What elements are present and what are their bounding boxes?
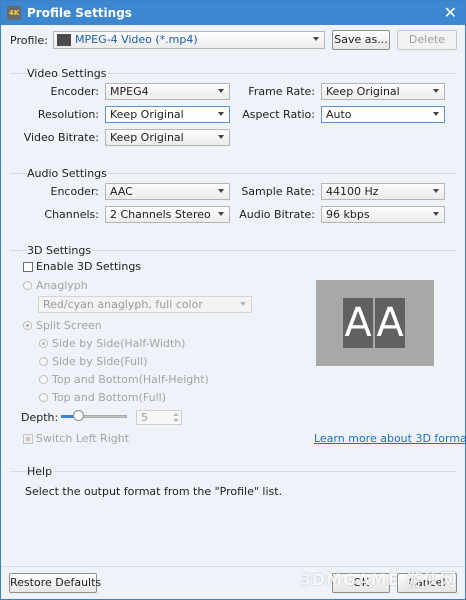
switch-left-right-label: Switch Left Right xyxy=(36,432,130,445)
depth-spinbox[interactable]: 5 xyxy=(136,410,182,425)
spin-up-icon[interactable] xyxy=(173,413,179,416)
3d-settings-title: 3D Settings xyxy=(27,244,94,257)
depth-value: 5 xyxy=(141,411,148,424)
frame-rate-label: Frame Rate: xyxy=(248,85,315,98)
chevron-down-icon xyxy=(240,302,246,306)
channels-select[interactable]: 2 Channels Stereo xyxy=(105,206,230,223)
depth-slider-thumb[interactable] xyxy=(73,410,84,421)
video-bitrate-select[interactable]: Keep Original xyxy=(105,129,230,146)
learn-more-3d-link[interactable]: Learn more about 3D format xyxy=(314,432,466,445)
chevron-down-icon xyxy=(433,212,439,216)
audio-bitrate-label: Audio Bitrate: xyxy=(239,208,315,221)
depth-label: Depth: xyxy=(21,411,59,424)
audio-encoder-label: Encoder: xyxy=(50,185,100,198)
switch-left-right-checkbox[interactable] xyxy=(23,434,33,444)
audio-encoder-value: AAC xyxy=(110,185,133,198)
chevron-down-icon xyxy=(218,212,224,216)
watermark-logo: 3DMGAME 游侠网 xyxy=(299,570,457,589)
chevron-down-icon xyxy=(313,37,319,41)
anaglyph-label: Anaglyph xyxy=(36,279,88,292)
anaglyph-mode-value: Red/cyan anaglyph, full color xyxy=(43,298,203,311)
app-logo-icon: 4K xyxy=(7,6,21,20)
help-title: Help xyxy=(27,465,55,478)
preview-left-char: A xyxy=(343,298,373,348)
anaglyph-mode-select[interactable]: Red/cyan anaglyph, full color xyxy=(38,296,252,313)
sbs-full-label: Side by Side(Full) xyxy=(52,355,148,368)
video-bitrate-value: Keep Original xyxy=(110,131,184,144)
preview-right-char: A xyxy=(375,298,405,348)
split-screen-radio[interactable] xyxy=(23,321,32,330)
video-encoder-value: MPEG4 xyxy=(110,85,149,98)
chevron-down-icon xyxy=(218,135,224,139)
delete-button[interactable]: Delete xyxy=(397,30,457,50)
split-screen-label: Split Screen xyxy=(36,319,102,332)
resolution-label: Resolution: xyxy=(37,108,99,121)
tb-half-label: Top and Bottom(Half-Height) xyxy=(52,373,209,386)
help-group xyxy=(10,471,457,472)
audio-encoder-select[interactable]: AAC xyxy=(105,183,230,200)
profile-settings-window: 4K Profile Settings ✕ Profile: MPEG-4 Vi… xyxy=(0,0,466,600)
enable-3d-checkbox[interactable] xyxy=(23,262,33,272)
tb-half-radio[interactable] xyxy=(39,375,48,384)
window-title: Profile Settings xyxy=(27,6,132,20)
chevron-down-icon xyxy=(433,112,439,116)
audio-settings-title: Audio Settings xyxy=(27,167,109,180)
chevron-down-icon xyxy=(433,89,439,93)
profile-value: MPEG-4 Video (*.mp4) xyxy=(75,33,198,46)
chevron-down-icon xyxy=(218,189,224,193)
profile-label: Profile: xyxy=(10,34,48,47)
anaglyph-radio[interactable] xyxy=(23,281,32,290)
channels-label: Channels: xyxy=(44,208,99,221)
video-settings-title: Video Settings xyxy=(27,67,109,80)
sample-rate-select[interactable]: 44100 Hz xyxy=(321,183,445,200)
restore-defaults-button[interactable]: Restore Defaults xyxy=(9,573,101,593)
help-text: Select the output format from the "Profi… xyxy=(25,485,283,498)
3d-preview-image: A A xyxy=(316,280,434,366)
tb-full-radio[interactable] xyxy=(39,393,48,402)
channels-value: 2 Channels Stereo xyxy=(110,208,211,221)
audio-bitrate-value: 96 kbps xyxy=(326,208,370,221)
chevron-down-icon xyxy=(433,189,439,193)
video-encoder-label: Encoder: xyxy=(50,85,100,98)
enable-3d-label: Enable 3D Settings xyxy=(36,260,142,273)
save-as-button[interactable]: Save as... xyxy=(332,30,390,50)
sbs-half-label: Side by Side(Half-Width) xyxy=(52,337,186,350)
profile-select[interactable]: MPEG-4 Video (*.mp4) xyxy=(53,31,325,49)
frame-rate-select[interactable]: Keep Original xyxy=(321,83,445,100)
close-icon[interactable]: ✕ xyxy=(444,3,457,22)
tb-full-label: Top and Bottom(Full) xyxy=(52,391,166,404)
aspect-ratio-label: Aspect Ratio: xyxy=(242,108,315,121)
sbs-half-radio[interactable] xyxy=(39,339,48,348)
chevron-down-icon xyxy=(218,89,224,93)
chevron-down-icon xyxy=(218,112,224,116)
video-encoder-select[interactable]: MPEG4 xyxy=(105,83,230,100)
aspect-ratio-value: Auto xyxy=(326,108,352,121)
sbs-full-radio[interactable] xyxy=(39,357,48,366)
sample-rate-value: 44100 Hz xyxy=(326,185,379,198)
title-bar: 4K Profile Settings ✕ xyxy=(1,1,465,25)
video-format-icon xyxy=(57,34,71,46)
resolution-select[interactable]: Keep Original xyxy=(105,106,230,123)
aspect-ratio-select[interactable]: Auto xyxy=(321,106,445,123)
resolution-value: Keep Original xyxy=(110,108,184,121)
video-bitrate-label: Video Bitrate: xyxy=(23,131,99,144)
spin-down-icon[interactable] xyxy=(173,419,179,422)
sample-rate-label: Sample Rate: xyxy=(241,185,315,198)
audio-bitrate-select[interactable]: 96 kbps xyxy=(321,206,445,223)
frame-rate-value: Keep Original xyxy=(326,85,400,98)
